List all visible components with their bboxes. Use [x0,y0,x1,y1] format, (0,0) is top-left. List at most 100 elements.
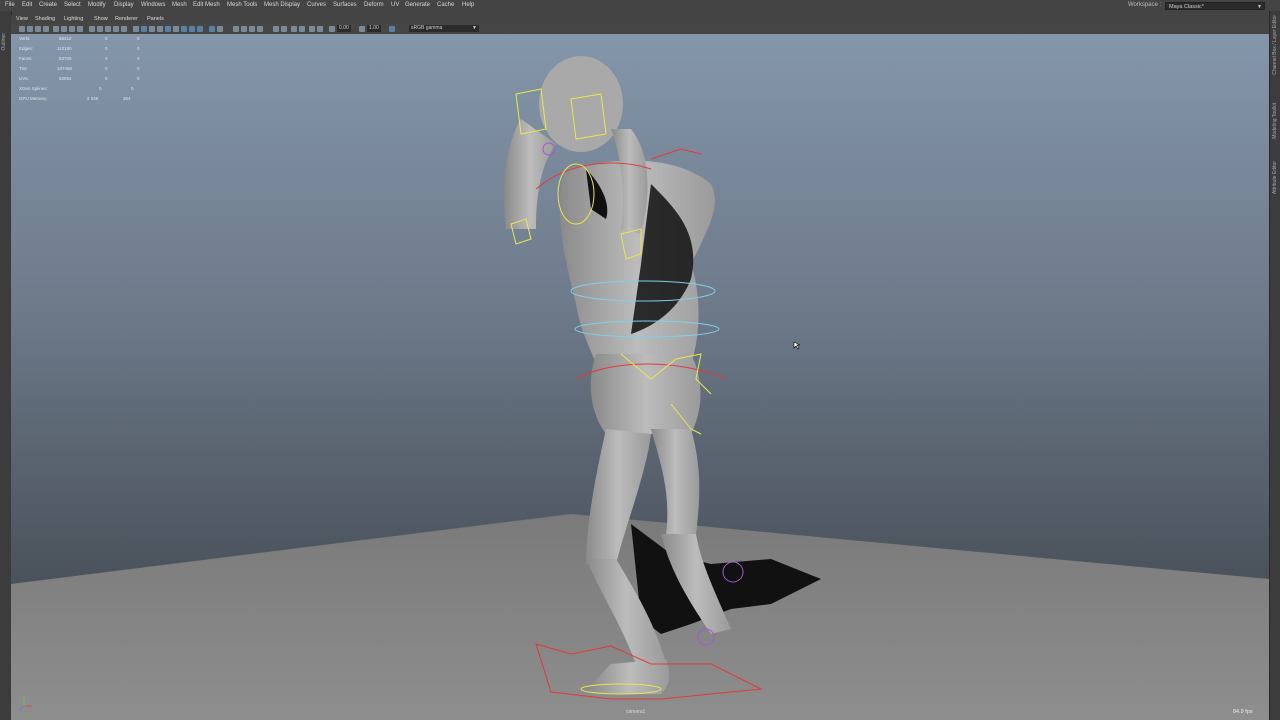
hud-row-value: 0 [137,56,140,61]
gamma-icon[interactable] [359,26,365,32]
axis-gizmo-icon [18,697,32,711]
workspace-dropdown[interactable]: Maya Classic* ▼ [1165,2,1265,10]
fps-readout: 84.9 fps [1233,709,1253,715]
default-material-icon[interactable] [149,26,155,32]
isolate-select-icon[interactable] [217,26,223,32]
xray-active-icon[interactable] [249,26,255,32]
exposure-field[interactable]: 0.00 [337,25,351,32]
multisample-aa-icon[interactable] [197,26,203,32]
safe-action-icon[interactable] [113,26,119,32]
menu-uv[interactable]: UV [391,0,399,11]
smooth-shade-icon[interactable] [141,26,147,32]
ambient-occlusion-icon[interactable] [181,26,187,32]
attribute-editor-tab[interactable]: Attribute Editor [1272,161,1278,194]
lights-icon[interactable] [165,26,171,32]
menu-edit[interactable]: Edit [22,0,32,11]
film-gate-icon[interactable] [77,26,83,32]
hud-row-value: 56412 [59,36,72,41]
xray-joints-icon[interactable] [241,26,247,32]
menu-edit-mesh[interactable]: Edit Mesh [193,0,220,11]
2d-pan-zoom-icon[interactable] [53,26,59,32]
motion-blur-icon[interactable] [189,26,195,32]
grease-pencil-icon[interactable] [61,26,67,32]
grid-icon[interactable] [69,26,75,32]
hud-row-label: Edges: [19,46,34,51]
menu-windows[interactable]: Windows [141,0,165,11]
hud-row-value: 0 [137,36,140,41]
hud-row-value: 107460 [57,66,73,71]
menu-generate[interactable]: Generate [405,0,430,11]
select-camera-icon[interactable] [19,26,25,32]
color-space-dropdown[interactable]: sRGB gamma ▼ [409,25,479,32]
outliner-tab-label[interactable]: Outliner [1,33,7,51]
menu-help[interactable]: Help [462,0,474,11]
bookmark-icon[interactable] [35,26,41,32]
camera-attributes-icon[interactable] [27,26,33,32]
menu-curves[interactable]: Curves [307,0,326,11]
gamma-field[interactable]: 1.00 [367,25,381,32]
frame-all-icon[interactable] [291,26,297,32]
field-chart-icon[interactable] [105,26,111,32]
panel-menu-bar: View Shading Lighting Show Renderer Pane… [11,15,1269,24]
hud-poly-count: Verts: 56412 0 0 Edges: 110180 0 0 Faces… [19,36,159,106]
hud-row-label: UVs: [19,76,29,81]
menu-mesh-display[interactable]: Mesh Display [264,0,300,11]
hud-row-value: 0 [137,66,140,71]
hud-row-label: Verts: [19,36,31,41]
hud-row: Edges: 110180 0 0 [19,46,159,56]
viewport-scene [11,56,1269,720]
panel-menu-lighting[interactable]: Lighting [64,15,83,24]
menu-mesh[interactable]: Mesh [172,0,187,11]
hud-row-value: 110180 [57,46,72,51]
menu-select[interactable]: Select [64,0,81,11]
menu-modify[interactable]: Modify [88,0,106,11]
chevron-down-icon: ▼ [1257,4,1262,10]
hud-row-value: 0 [105,36,108,41]
hud-row-value: 0 [131,86,134,91]
resolution-gate-icon[interactable] [89,26,95,32]
gate-mask-icon[interactable] [97,26,103,32]
menu-file[interactable]: File [5,0,15,11]
hud-row: Tris: 107460 0 0 [19,66,159,76]
hud-row-value: 354 [123,96,131,101]
viewport[interactable]: Verts: 56412 0 0 Edges: 110180 0 0 Faces… [11,34,1269,720]
workspace-value: Maya Classic* [1169,4,1204,10]
depth-of-field-icon[interactable] [209,26,215,32]
hud-row-label: Tris: [19,66,28,71]
exposure-icon[interactable] [329,26,335,32]
hud-row: Verts: 56412 0 0 [19,36,159,46]
color-space-value: sRGB gamma [411,25,443,31]
menu-create[interactable]: Create [39,0,57,11]
hud-row-label: GPU Memory: [19,96,48,101]
hud-row-value: 53700 [59,56,72,61]
safe-title-icon[interactable] [121,26,127,32]
menu-cache[interactable]: Cache [437,0,454,11]
camera-sequencer-icon[interactable] [273,26,279,32]
panel-menu-shading[interactable]: Shading [35,15,55,24]
menu-mesh-tools[interactable]: Mesh Tools [227,0,257,11]
panel-menu-renderer[interactable]: Renderer [115,15,138,24]
backface-culling-icon[interactable] [257,26,263,32]
fit-gate-icon[interactable] [317,26,323,32]
wireframe-icon[interactable] [133,26,139,32]
frame-selection-icon[interactable] [299,26,305,32]
image-plane-icon[interactable] [43,26,49,32]
hud-row-value: 0 [105,46,108,51]
menu-deform[interactable]: Deform [364,0,384,11]
xray-icon[interactable] [233,26,239,32]
hud-icon[interactable] [281,26,287,32]
hud-row-value: 0 [137,46,140,51]
hud-row-label: XGen Splines: [19,86,48,91]
menu-surfaces[interactable]: Surfaces [333,0,357,11]
panel-menu-show[interactable]: Show [94,15,108,24]
menu-display[interactable]: Display [114,0,134,11]
textured-icon[interactable] [157,26,163,32]
panel-menu-panels[interactable]: Panels [147,15,164,24]
color-management-icon[interactable] [389,26,395,32]
modeling-toolkit-tab[interactable]: Modeling Toolkit [1272,103,1278,139]
hud-row-value: 0 [137,76,140,81]
channel-box-tab[interactable]: Channel Box / Layer Editor [1272,15,1278,75]
shadows-icon[interactable] [173,26,179,32]
panel-menu-view[interactable]: View [16,15,28,24]
display-resolution-icon[interactable] [309,26,315,32]
